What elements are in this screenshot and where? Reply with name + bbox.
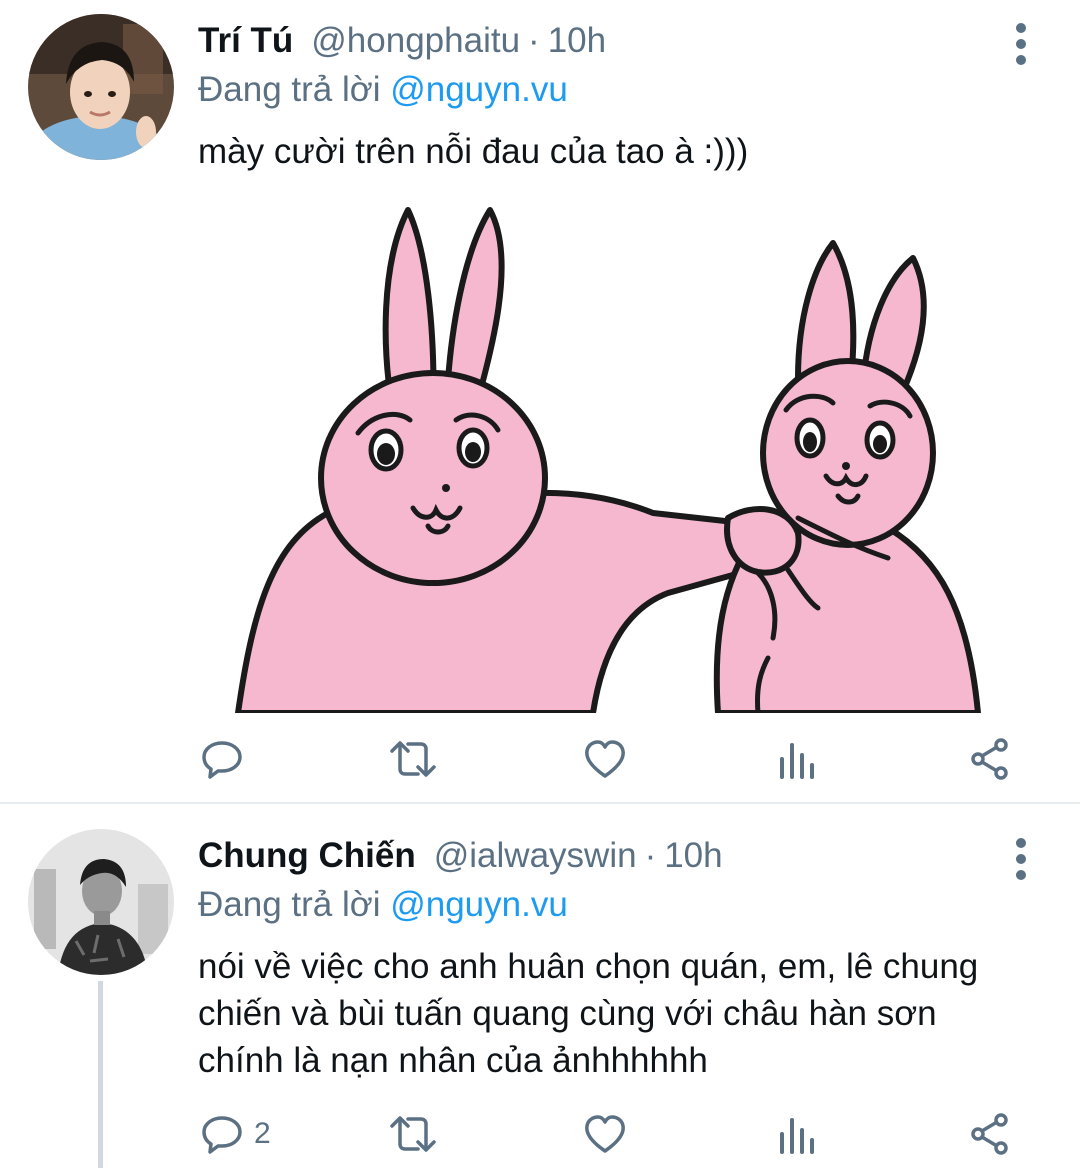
username[interactable]: @ialwayswin bbox=[434, 836, 637, 876]
avatar-photo bbox=[28, 14, 174, 160]
analytics-icon[interactable] bbox=[778, 734, 818, 784]
reply-button[interactable]: 2 bbox=[200, 1109, 271, 1159]
retweet-icon[interactable] bbox=[388, 734, 438, 784]
tweet[interactable]: Trí Tú @hongphaitu · 10h Đang trả lời @n… bbox=[0, 0, 1080, 802]
tweet-header: Chung Chiến @ialwayswin · 10h bbox=[198, 831, 723, 881]
replying-to-mention[interactable]: @nguyn.vu bbox=[390, 885, 568, 924]
tweet-text: mày cười trên nỗi đau của tao à :))) bbox=[198, 132, 749, 171]
thread-line bbox=[98, 981, 103, 1168]
share-icon[interactable] bbox=[968, 734, 1012, 784]
reply-icon[interactable] bbox=[200, 1112, 244, 1156]
replying-prefix: Đang trả lời bbox=[198, 70, 381, 109]
display-name[interactable]: Chung Chiến bbox=[198, 836, 416, 876]
retweet-icon[interactable] bbox=[388, 1109, 438, 1159]
more-vertical-icon[interactable] bbox=[1008, 22, 1034, 66]
timestamp[interactable]: 10h bbox=[548, 21, 606, 61]
avatar-photo bbox=[28, 829, 174, 975]
avatar[interactable] bbox=[28, 14, 174, 160]
avatar[interactable] bbox=[28, 829, 174, 975]
username[interactable]: @hongphaitu bbox=[311, 21, 520, 61]
tweet-actions: 2 bbox=[198, 1109, 1028, 1159]
like-icon[interactable] bbox=[583, 1109, 627, 1159]
tweet-actions bbox=[198, 734, 1028, 784]
reply-icon[interactable] bbox=[200, 734, 244, 784]
more-vertical-icon[interactable] bbox=[1008, 837, 1034, 881]
tweet-header: Trí Tú @hongphaitu · 10h bbox=[198, 16, 606, 66]
share-icon[interactable] bbox=[968, 1109, 1012, 1159]
tweet-text: nói về việc cho anh huân chọn quán, em, … bbox=[198, 947, 979, 1080]
pink-rabbits-illustration bbox=[235, 207, 981, 716]
tweet[interactable]: Chung Chiến @ialwayswin · 10h Đang trả l… bbox=[0, 803, 1080, 1168]
replying-to-mention[interactable]: @nguyn.vu bbox=[390, 70, 568, 109]
tweet-media-image[interactable] bbox=[198, 188, 1038, 716]
separator-dot: · bbox=[528, 21, 540, 60]
like-icon[interactable] bbox=[583, 734, 627, 784]
reply-count: 2 bbox=[254, 1117, 271, 1150]
separator-dot: · bbox=[644, 836, 657, 875]
replying-to: Đang trả lời @nguyn.vu bbox=[198, 885, 568, 925]
replying-prefix: Đang trả lời bbox=[198, 885, 381, 924]
display-name[interactable]: Trí Tú bbox=[198, 21, 293, 61]
timestamp[interactable]: 10h bbox=[664, 836, 722, 876]
replying-to: Đang trả lời @nguyn.vu bbox=[198, 70, 568, 110]
analytics-icon[interactable] bbox=[778, 1109, 818, 1159]
